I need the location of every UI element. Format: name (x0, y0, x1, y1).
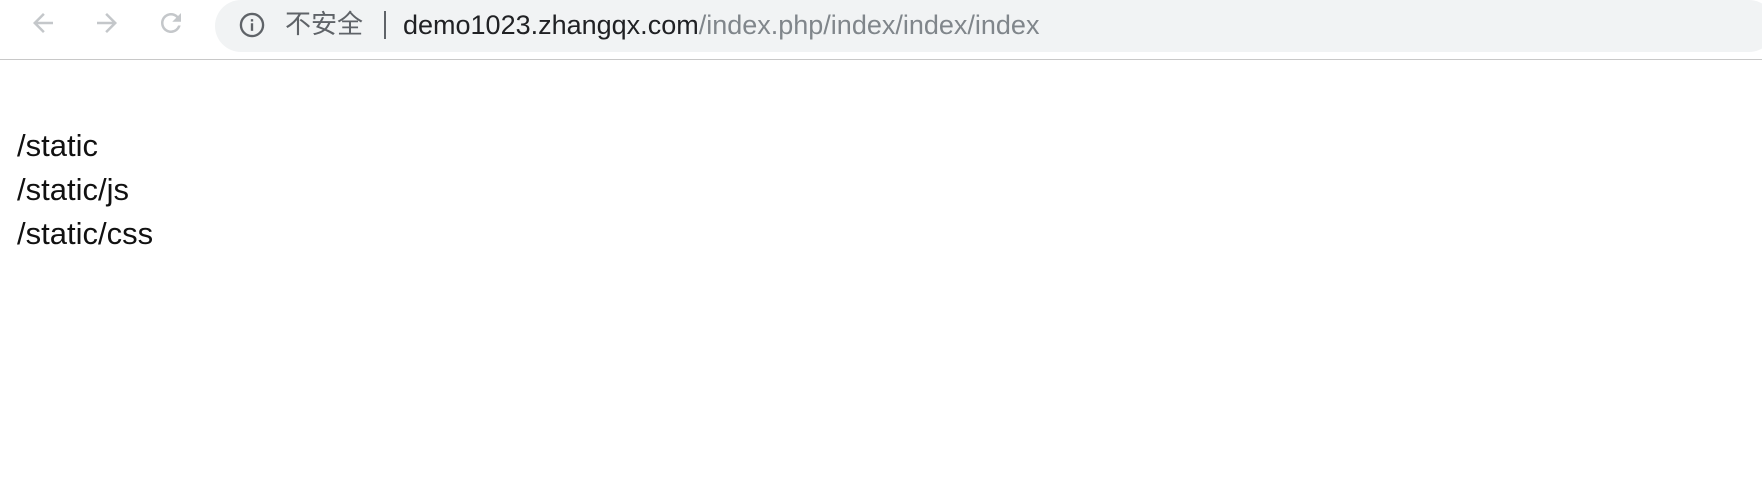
page-content: /static /static/js /static/css (17, 124, 153, 256)
back-button[interactable] (28, 8, 58, 38)
url-text[interactable]: demo1023.zhangqx.com/index.php/index/ind… (403, 8, 1039, 42)
reload-button[interactable] (156, 8, 186, 38)
address-divider (384, 11, 386, 39)
address-bar[interactable]: 不安全 demo1023.zhangqx.com/index.php/index… (215, 0, 1762, 52)
content-line: /static/css (17, 216, 154, 251)
url-host: demo1023.zhangqx.com (403, 10, 699, 40)
security-status-label[interactable]: 不安全 (285, 9, 363, 41)
info-circle-icon[interactable] (237, 10, 267, 40)
content-line: /static (17, 128, 98, 163)
content-line: /static/js (17, 172, 129, 207)
arrow-left-icon (33, 13, 53, 33)
arrow-right-icon (97, 13, 117, 33)
reload-icon (161, 12, 181, 33)
url-path: /index.php/index/index/index (698, 10, 1040, 40)
browser-toolbar: 不安全 demo1023.zhangqx.com/index.php/index… (0, 0, 1762, 60)
forward-button[interactable] (92, 8, 122, 38)
